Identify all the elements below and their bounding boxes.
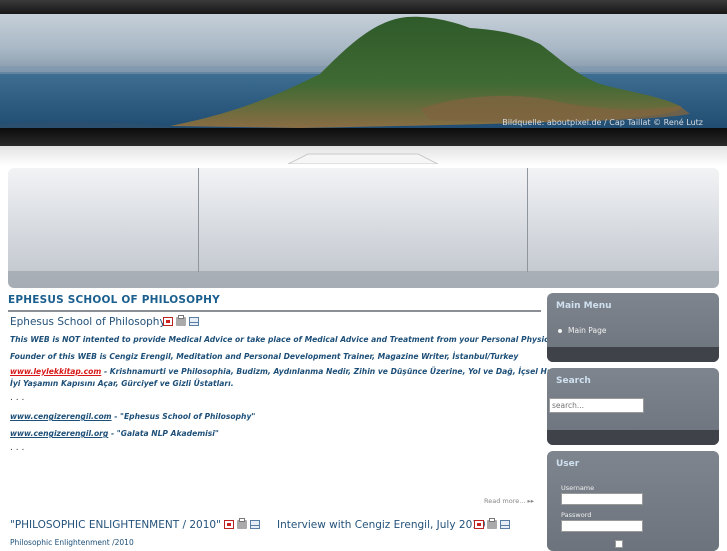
menu-item-label: Main Page	[568, 326, 607, 335]
article-title-link[interactable]: "PHILOSOPHIC ENLIGHTENMENT / 2010"	[10, 519, 221, 531]
cengizerengil-org-link[interactable]: www.cengizerengil.org	[10, 429, 108, 438]
founder-text: Founder of this WEB is Cengiz Erengil, M…	[10, 352, 519, 361]
username-label: Username	[561, 484, 595, 492]
search-input[interactable]	[549, 398, 644, 413]
main-menu-title: Main Menu	[556, 301, 612, 311]
header-notch	[288, 153, 438, 164]
header-bottom-bar	[0, 128, 727, 146]
pdf-icon[interactable]	[163, 317, 173, 326]
module-separator	[198, 168, 199, 272]
cengizerengil-org-line: www.cengizerengil.org - "Galata NLP Akad…	[10, 429, 219, 438]
cengizerengil-com-line: www.cengizerengil.com - "Ephesus School …	[10, 412, 255, 421]
password-field[interactable]	[561, 520, 643, 532]
article-icons	[224, 518, 260, 529]
email-icon[interactable]	[500, 520, 510, 529]
read-more-link[interactable]: Read more... ▸▸	[484, 497, 534, 505]
article-subtitle: Philosophic Enlightenment /2010	[10, 538, 134, 547]
pdf-icon[interactable]	[474, 520, 484, 529]
remember-me-checkbox[interactable]	[615, 540, 623, 548]
user-login-module: User Username Password	[547, 451, 719, 551]
top-module-strip	[8, 168, 719, 288]
book-line: www.leylekkitap.com - Krishnamurti ve Ph…	[10, 367, 566, 376]
header-banner-image: Bildquelle: aboutpixel.de / Cap Taillat …	[0, 14, 727, 130]
module-footer	[547, 430, 719, 445]
print-icon[interactable]	[237, 518, 247, 529]
print-icon[interactable]	[487, 518, 497, 529]
book-list-text: - Krishnamurti ve Philosophia, Budizm, A…	[101, 367, 566, 376]
article-title-link[interactable]: Interview with Cengiz Erengil, July 2010	[277, 519, 486, 531]
cengizerengil-com-link[interactable]: www.cengizerengil.com	[10, 412, 112, 421]
search-title: Search	[556, 376, 591, 386]
email-icon[interactable]	[250, 520, 260, 529]
article-title-link[interactable]: Ephesus School of Philosophy	[10, 316, 166, 328]
bullet-icon	[558, 328, 562, 333]
heading-rule	[8, 310, 541, 312]
username-field[interactable]	[561, 493, 643, 505]
user-title: User	[556, 459, 580, 469]
main-content: EPHESUS SCHOOL OF PHILOSOPHY Ephesus Sch…	[8, 290, 566, 547]
leylekkitap-link[interactable]: www.leylekkitap.com	[10, 367, 101, 376]
ellipsis: . . .	[10, 393, 25, 403]
email-icon[interactable]	[189, 317, 199, 326]
cengizerengil-com-desc: - "Ephesus School of Philosophy"	[111, 412, 256, 421]
article-icons	[163, 315, 199, 326]
cengizerengil-org-desc: - "Galata NLP Akademisi"	[108, 429, 219, 438]
page-title: EPHESUS SCHOOL OF PHILOSOPHY	[8, 294, 220, 306]
photo-credit: Bildquelle: aboutpixel.de / Cap Taillat …	[502, 118, 703, 127]
pdf-icon[interactable]	[224, 520, 234, 529]
print-icon[interactable]	[176, 315, 186, 326]
search-module: Search	[547, 368, 719, 445]
menu-item-main-page[interactable]: Main Page	[558, 326, 606, 335]
main-menu-module: Main Menu Main Page	[547, 293, 719, 362]
article-icons	[474, 518, 510, 529]
password-label: Password	[561, 511, 592, 519]
disclaimer-text: This WEB is NOT intented to provide Medi…	[10, 335, 565, 344]
ellipsis: . . .	[10, 443, 25, 453]
book-list-continued: İyi Yaşamın Kapısını Açar, Gürciyef ve G…	[10, 379, 234, 388]
module-separator	[527, 168, 528, 272]
module-footer	[547, 347, 719, 362]
